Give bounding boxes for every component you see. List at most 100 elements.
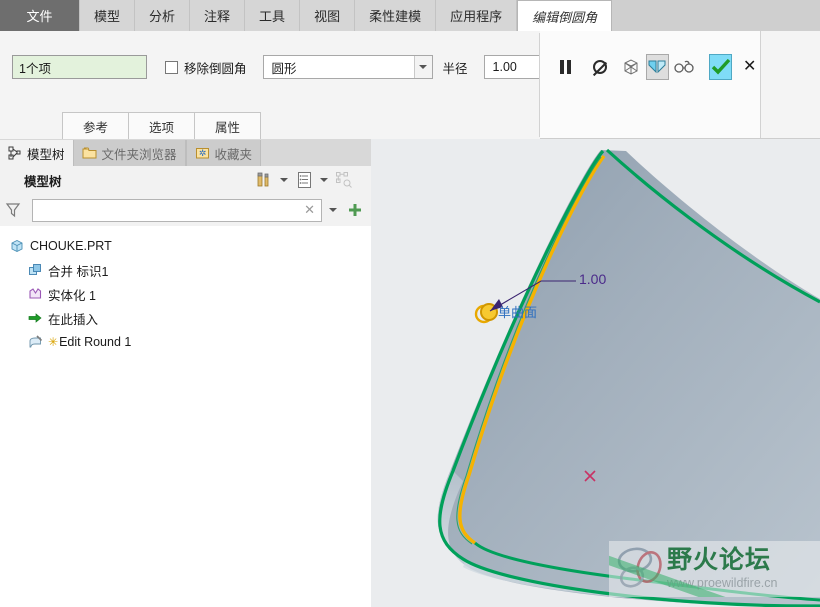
surface-reference-label: 单曲面 — [498, 305, 538, 320]
merge-icon — [26, 263, 44, 277]
forum-watermark: 野火论坛 www.proewildfire.cn — [609, 541, 820, 597]
shape-type-dropdown[interactable]: 圆形 — [262, 55, 433, 79]
navigator-panel: 模型树 文件夹浏览器 ✲ 收藏夹 模型树 ✕ CHOUKE.PRT 合并 标识1… — [0, 139, 371, 607]
plus-icon[interactable] — [344, 202, 366, 218]
panel-tab-label: 收藏夹 — [214, 147, 253, 162]
tree-item-edit-round[interactable]: ✳ Edit Round 1 — [0, 330, 371, 354]
no-entry-icon[interactable] — [589, 54, 612, 80]
tools-chevron-down-icon[interactable] — [278, 169, 290, 191]
model-tree-filter-row: ✕ — [0, 194, 371, 226]
ribbon-tab-label: 分析 — [149, 9, 176, 24]
model-tree-header-icons — [253, 169, 371, 191]
ribbon-tab-bar: 文件 模型 分析 注释 工具 视图 柔性建模 应用程序 编辑倒圆角 — [0, 0, 820, 31]
model-tree-header: 模型树 — [0, 166, 371, 194]
round-feature-icon — [26, 335, 44, 349]
panel-tab-model-tree[interactable]: 模型树 — [0, 140, 73, 166]
watermark-logo-icon — [617, 547, 662, 588]
chamfer-preview-icon[interactable] — [645, 54, 669, 80]
dashboard-subtab-bar: 参考 选项 属性 — [0, 110, 540, 139]
tree-item-merge[interactable]: 合并 标识1 — [0, 258, 371, 282]
ribbon-tab-edit-round[interactable]: 编辑倒圆角 — [517, 0, 613, 31]
remove-round-checkbox-wrapper[interactable]: 移除倒圆角 — [165, 58, 247, 77]
settings-chevron-down-icon[interactable] — [318, 169, 330, 191]
search-input[interactable]: ✕ — [32, 198, 322, 222]
dashboard-left-controls: 1个项 移除倒圆角 圆形 半径 1.00 参考 选项 属性 — [0, 31, 584, 139]
subtab-label: 参考 — [82, 120, 108, 135]
shape-type-value: 圆形 — [271, 61, 297, 76]
ribbon-tab-label: 注释 — [204, 9, 231, 24]
model-top-surface — [437, 150, 820, 607]
model-tree-body: CHOUKE.PRT 合并 标识1 实体化 1 在此插入 ✳ Edit Roun… — [0, 226, 371, 607]
reference-collector-field[interactable]: 1个项 — [12, 55, 147, 79]
tree-item-label: Edit Round 1 — [59, 335, 132, 349]
tree-item-label: 实体化 1 — [48, 288, 96, 303]
shape-type-chevron-down-icon[interactable] — [413, 56, 432, 78]
subtab-references[interactable]: 参考 — [62, 112, 129, 139]
model-tree-title: 模型树 — [24, 174, 62, 189]
ribbon-tab-label: 视图 — [314, 9, 341, 24]
dashboard-control-row: 1个项 移除倒圆角 圆形 半径 1.00 — [0, 51, 584, 83]
favorites-folder-icon: ✲ — [195, 146, 210, 160]
dashboard-right-filler — [761, 31, 820, 138]
watermark-url: www.proewildfire.cn — [667, 576, 778, 590]
dashboard-action-icons-panel: ✕ — [540, 31, 761, 138]
panel-tab-favorites[interactable]: ✲ 收藏夹 — [185, 140, 262, 166]
insert-here-arrow-icon — [26, 311, 44, 325]
tree-item-label: 合并 标识1 — [48, 264, 109, 279]
ribbon-tab-annotate[interactable]: 注释 — [190, 0, 246, 31]
ribbon-tab-flexible-modeling[interactable]: 柔性建模 — [355, 0, 437, 31]
panel-tab-label: 文件夹浏览器 — [101, 147, 177, 162]
search-chevron-down-icon[interactable] — [322, 208, 344, 212]
pause-icon[interactable] — [554, 54, 577, 80]
watermark-text: 野火论坛 www.proewildfire.cn — [667, 546, 778, 591]
accept-check-icon[interactable] — [709, 54, 733, 80]
ribbon-tab-label: 柔性建模 — [369, 9, 422, 24]
cancel-x-icon[interactable]: ✕ — [738, 54, 761, 80]
ribbon-tab-label: 文件 — [26, 9, 53, 24]
tree-item-part[interactable]: CHOUKE.PRT — [0, 234, 371, 258]
settings-list-icon[interactable] — [293, 169, 315, 191]
subtab-label: 属性 — [214, 120, 240, 135]
ribbon-tab-view[interactable]: 视图 — [300, 0, 356, 31]
svg-text:✲: ✲ — [198, 148, 206, 158]
subtab-properties[interactable]: 属性 — [194, 112, 261, 139]
ribbon-tab-file[interactable]: 文件 — [0, 0, 80, 31]
3d-model-render — [437, 148, 820, 607]
remove-round-checkbox[interactable] — [165, 60, 178, 74]
ribbon-tab-applications[interactable]: 应用程序 — [436, 0, 518, 31]
feature-dashboard: 1个项 移除倒圆角 圆形 半径 1.00 参考 选项 属性 ✕ — [0, 31, 820, 139]
subtab-options[interactable]: 选项 — [128, 112, 195, 139]
ribbon-tab-model[interactable]: 模型 — [80, 0, 136, 31]
panel-tab-folder-browser[interactable]: 文件夹浏览器 — [72, 140, 186, 166]
tree-item-solidify[interactable]: 实体化 1 — [0, 282, 371, 306]
funnel-icon[interactable] — [0, 202, 26, 218]
remove-round-label: 移除倒圆角 — [184, 61, 247, 76]
glasses-icon[interactable] — [673, 54, 696, 80]
dashboard-action-icons: ✕ — [540, 51, 761, 83]
part-cube-icon — [8, 239, 26, 253]
clear-icon[interactable]: ✕ — [304, 202, 315, 218]
tree-icon — [8, 146, 22, 160]
tools-icon[interactable] — [253, 169, 275, 191]
ribbon-tab-label: 工具 — [259, 9, 286, 24]
modified-asterisk-icon: ✳ — [48, 335, 59, 349]
ribbon-tab-label: 应用程序 — [450, 9, 503, 24]
folder-icon — [82, 146, 97, 160]
graphics-viewport[interactable]: 1.00 单曲面 野火论坛 www.proewildfire.cn — [371, 139, 820, 607]
ribbon-tab-analysis[interactable]: 分析 — [135, 0, 191, 31]
panel-tab-label: 模型树 — [27, 147, 65, 162]
watermark-title: 野火论坛 — [667, 546, 772, 574]
radius-dimension-label[interactable]: 1.00 — [579, 271, 606, 287]
wireframe-cube-icon[interactable] — [619, 54, 642, 80]
ribbon-tab-tools[interactable]: 工具 — [245, 0, 301, 31]
navigator-tab-bar: 模型树 文件夹浏览器 ✲ 收藏夹 — [0, 139, 371, 166]
ribbon-filler — [612, 0, 820, 31]
tree-item-label: CHOUKE.PRT — [30, 239, 112, 253]
solidify-icon — [26, 287, 44, 301]
tree-filter-disabled-icon — [333, 169, 355, 191]
tree-item-insert-here[interactable]: 在此插入 — [0, 306, 371, 330]
ribbon-tab-label: 模型 — [94, 9, 121, 24]
radius-label: 半径 — [442, 61, 468, 76]
tree-item-label: 在此插入 — [48, 312, 99, 327]
application-window: 文件 模型 分析 注释 工具 视图 柔性建模 应用程序 编辑倒圆角 1个项 移除… — [0, 0, 820, 607]
